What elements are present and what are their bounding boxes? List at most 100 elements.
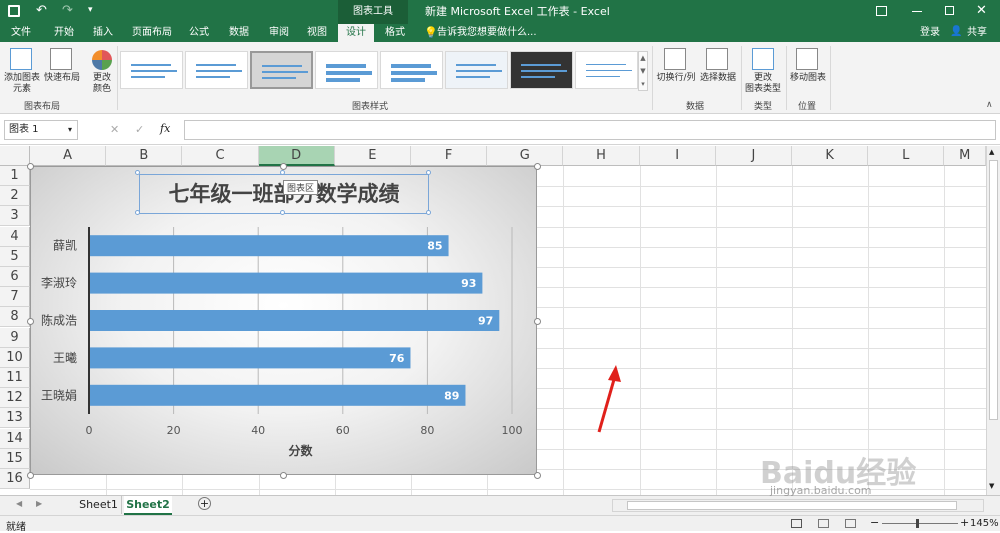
row-header[interactable]: 1 <box>0 166 30 186</box>
chart-resize-handle[interactable] <box>280 163 287 170</box>
chart-style-6[interactable] <box>445 51 508 89</box>
redo-icon[interactable]: ↷ <box>62 3 73 18</box>
title-resize-handle[interactable] <box>280 210 285 215</box>
add-chart-element-icon[interactable] <box>10 48 32 70</box>
close-icon[interactable]: ✕ <box>976 3 987 18</box>
palette-icon[interactable] <box>92 50 112 70</box>
cancel-icon[interactable]: ✕ <box>110 123 119 136</box>
add-chart-element-button[interactable]: 添加图表 元素 <box>2 73 42 95</box>
tab-formulas[interactable]: 公式 <box>182 24 216 42</box>
restore-icon[interactable] <box>945 6 954 15</box>
column-header[interactable]: A <box>30 146 107 166</box>
prev-sheet-icon[interactable]: ◀ <box>16 499 22 508</box>
chart-resize-handle[interactable] <box>534 318 541 325</box>
row-header[interactable]: 6 <box>0 267 30 287</box>
page-layout-view-icon[interactable] <box>818 519 829 528</box>
chart-resize-handle[interactable] <box>280 472 287 479</box>
quick-layout-icon[interactable] <box>50 48 72 70</box>
share-button[interactable]: 共享 <box>962 24 992 42</box>
row-header[interactable]: 2 <box>0 186 30 207</box>
select-all-corner[interactable] <box>0 146 30 166</box>
column-header[interactable]: H <box>563 146 640 166</box>
chart-style-3[interactable] <box>250 51 313 89</box>
next-sheet-icon[interactable]: ▶ <box>36 499 42 508</box>
column-header[interactable]: C <box>182 146 259 166</box>
chart-resize-handle[interactable] <box>27 318 34 325</box>
row-header[interactable]: 11 <box>0 368 30 388</box>
move-chart-icon[interactable] <box>796 48 818 70</box>
title-resize-handle[interactable] <box>426 170 431 175</box>
name-box[interactable]: 图表 1 <box>4 120 78 140</box>
row-header[interactable]: 4 <box>0 226 30 247</box>
tab-file[interactable]: 文件 <box>4 24 38 42</box>
sign-in-link[interactable]: 登录 <box>916 24 944 42</box>
enter-icon[interactable]: ✓ <box>135 123 144 136</box>
move-chart-button[interactable]: 移动图表 <box>786 73 830 84</box>
undo-icon[interactable]: ↶ <box>36 3 47 18</box>
insert-function-icon[interactable]: fx <box>160 122 170 135</box>
scroll-down-arrow[interactable]: ▼ <box>989 482 994 490</box>
switch-row-column-icon[interactable] <box>664 48 686 70</box>
change-colors-button[interactable]: 更改 颜色 <box>84 73 120 95</box>
save-icon[interactable] <box>8 5 20 17</box>
tell-me-search[interactable]: 告诉我您想要做什么... <box>437 24 547 42</box>
row-header[interactable]: 13 <box>0 408 30 429</box>
name-box-dropdown-icon[interactable]: ▾ <box>68 125 72 134</box>
h-scroll-thumb[interactable] <box>627 501 957 510</box>
zoom-level[interactable]: 145% <box>970 518 999 529</box>
select-data-icon[interactable] <box>706 48 728 70</box>
switch-row-column-button[interactable]: 切换行/列 <box>654 73 698 84</box>
formula-input[interactable] <box>184 120 996 140</box>
column-header[interactable]: B <box>106 146 183 166</box>
sheet-tab-sheet1[interactable]: Sheet1 <box>76 496 122 514</box>
chart-resize-handle[interactable] <box>534 472 541 479</box>
tab-review[interactable]: 审阅 <box>262 24 296 42</box>
column-header[interactable]: L <box>868 146 945 166</box>
sheet-tab-sheet2[interactable]: Sheet2 <box>124 496 172 515</box>
chart-resize-handle[interactable] <box>27 163 34 170</box>
chart-resize-handle[interactable] <box>27 472 34 479</box>
title-resize-handle[interactable] <box>135 170 140 175</box>
row-header[interactable]: 7 <box>0 287 30 308</box>
tab-format[interactable]: 格式 <box>378 24 412 42</box>
change-chart-type-icon[interactable] <box>752 48 774 70</box>
row-header[interactable]: 16 <box>0 469 30 489</box>
row-header[interactable]: 9 <box>0 327 30 348</box>
ribbon-display-icon[interactable] <box>876 6 887 16</box>
zoom-slider-thumb[interactable] <box>916 519 919 528</box>
chart-style-7[interactable] <box>510 51 573 89</box>
zoom-slider[interactable] <box>882 523 958 524</box>
column-header[interactable]: M <box>944 146 986 166</box>
title-resize-handle[interactable] <box>135 210 140 215</box>
tab-view[interactable]: 视图 <box>300 24 334 42</box>
customize-qat-icon[interactable]: ▾ <box>88 5 93 15</box>
minimize-icon[interactable] <box>912 11 922 12</box>
row-header[interactable]: 8 <box>0 307 30 328</box>
styles-scroll[interactable]: ▲ ▼ ▾ <box>638 51 648 91</box>
row-header[interactable]: 15 <box>0 448 30 469</box>
quick-layout-button[interactable]: 快速布局 <box>42 73 82 84</box>
add-sheet-icon[interactable]: + <box>198 497 211 510</box>
column-header[interactable]: J <box>715 146 792 166</box>
tab-design[interactable]: 设计 <box>338 24 374 42</box>
change-chart-type-button[interactable]: 更改 图表类型 <box>741 73 785 95</box>
column-header[interactable]: D <box>258 146 335 166</box>
title-resize-handle[interactable] <box>426 210 431 215</box>
row-header[interactable]: 12 <box>0 388 30 409</box>
column-header[interactable]: G <box>487 146 564 166</box>
chart-style-1[interactable] <box>120 51 183 89</box>
chart-style-8[interactable] <box>575 51 638 89</box>
tab-insert[interactable]: 插入 <box>86 24 120 42</box>
horizontal-scrollbar[interactable] <box>612 499 984 512</box>
chart-style-5[interactable] <box>380 51 443 89</box>
title-resize-handle[interactable] <box>280 170 285 175</box>
tab-page-layout[interactable]: 页面布局 <box>126 24 178 42</box>
tab-home[interactable]: 开始 <box>46 24 82 42</box>
zoom-in-icon[interactable]: + <box>960 516 969 529</box>
page-break-view-icon[interactable] <box>845 519 856 528</box>
normal-view-icon[interactable] <box>791 519 802 528</box>
select-data-button[interactable]: 选择数据 <box>698 73 738 84</box>
column-header[interactable]: E <box>334 146 411 166</box>
column-header[interactable]: F <box>411 146 488 166</box>
tab-data[interactable]: 数据 <box>222 24 256 42</box>
